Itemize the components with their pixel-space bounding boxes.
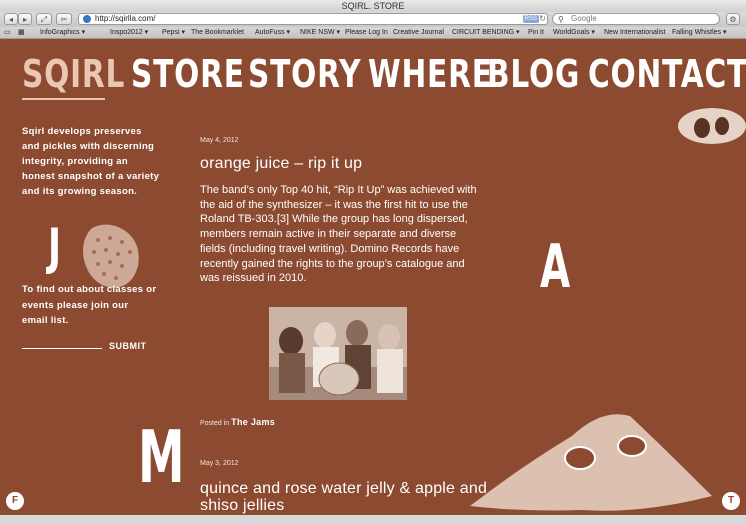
nav-blog[interactable]: BLOG (487, 52, 580, 96)
bookmark-item[interactable]: New Internationalist (604, 27, 665, 38)
url-field[interactable]: http://sqirlla.com/ RSS ↻ (78, 13, 548, 25)
facebook-icon[interactable]: F (6, 492, 24, 510)
resize-icon[interactable]: ⤢ (36, 13, 52, 25)
decorative-letter-j: J (48, 218, 62, 276)
main-nav: SQIRL STORE STORY WHERE BLOG CONTACT (0, 52, 746, 102)
rss-button[interactable]: RSS (522, 15, 539, 23)
nav-where[interactable]: WHERE (368, 52, 493, 96)
band-photo (269, 307, 407, 400)
nav-story[interactable]: STORY (248, 52, 361, 96)
post-category: Posted in The Jams (200, 417, 275, 427)
mask-image (470, 414, 712, 511)
post-body: The band’s only Top 40 hit, “Rip It Up” … (200, 184, 477, 285)
bookmark-item[interactable]: Creative Journal (393, 27, 444, 38)
post-title-link[interactable]: quince and rose water jelly & apple and … (200, 480, 500, 514)
browser-bottom-bar (0, 515, 746, 524)
bookmark-item[interactable]: Pin It (528, 27, 544, 38)
bookmark-item[interactable]: Pepsi ▾ (162, 27, 185, 38)
bookmark-icon[interactable]: ✂ (56, 13, 72, 25)
search-placeholder: Google (571, 14, 597, 23)
decorative-letter-a: A (540, 232, 571, 302)
bookmarks-bar: ▭ ▦ InfoGraphics ▾ Inspo2012 ▾ Pepsi ▾ T… (0, 27, 746, 39)
submit-button[interactable]: SUBMIT (109, 341, 147, 351)
post-title-link[interactable]: orange juice – rip it up (200, 155, 362, 173)
bookmark-item[interactable]: Inspo2012 ▾ (110, 27, 148, 38)
nav-contact[interactable]: CONTACT (588, 52, 746, 96)
bookmark-item[interactable]: AutoFuss ▾ (255, 27, 290, 38)
reading-list-icon[interactable]: ▭ (4, 27, 11, 38)
post-date: May 4, 2012 (200, 137, 239, 144)
settings-icon[interactable]: ⚙ (726, 13, 740, 25)
bookmark-item[interactable]: InfoGraphics ▾ (40, 27, 85, 38)
search-icon: ⚲ (558, 15, 564, 24)
posted-in-label: Posted in (200, 420, 230, 427)
bookmark-item[interactable]: Please Log In (345, 27, 388, 38)
url-text: http://sqirlla.com/ (95, 14, 156, 23)
category-link[interactable]: The Jams (231, 417, 275, 427)
active-nav-underline (22, 98, 105, 100)
top-sites-icon[interactable]: ▦ (18, 27, 25, 38)
jar-image (678, 108, 746, 144)
email-input[interactable] (22, 348, 102, 349)
nav-store[interactable]: STORE (131, 52, 245, 96)
bookmark-item[interactable]: WorldGoals ▾ (553, 27, 595, 38)
post-date: May 3, 2012 (200, 460, 239, 467)
back-arrow-icon[interactable]: ◂ (4, 13, 18, 25)
search-field[interactable]: ⚲ Google (552, 13, 720, 25)
reload-icon[interactable]: ↻ (539, 14, 546, 24)
forward-arrow-icon[interactable]: ▸ (18, 13, 32, 25)
bookmark-item[interactable]: CIRCUIT BENDING ▾ (452, 27, 520, 38)
decorative-letter-m: M (138, 415, 185, 499)
email-signup-text: To find out about classes or events plea… (22, 284, 157, 326)
bookmark-item[interactable]: The Bookmarklet (191, 27, 244, 38)
nav-logo-sqirl[interactable]: SQIRL (22, 52, 125, 96)
bookmark-item[interactable]: Falling Whistles ▾ (672, 27, 726, 38)
browser-toolbar: ◂ ▸ ⤢ ✂ http://sqirlla.com/ RSS ↻ ⚲ Goog… (0, 12, 746, 27)
strawberry-image (83, 224, 139, 288)
intro-text: Sqirl develops preserves and pickles wit… (22, 126, 160, 197)
globe-icon (83, 15, 91, 23)
twitter-icon[interactable]: T (722, 492, 740, 510)
bookmark-item[interactable]: NIKE NSW ▾ (300, 27, 340, 38)
